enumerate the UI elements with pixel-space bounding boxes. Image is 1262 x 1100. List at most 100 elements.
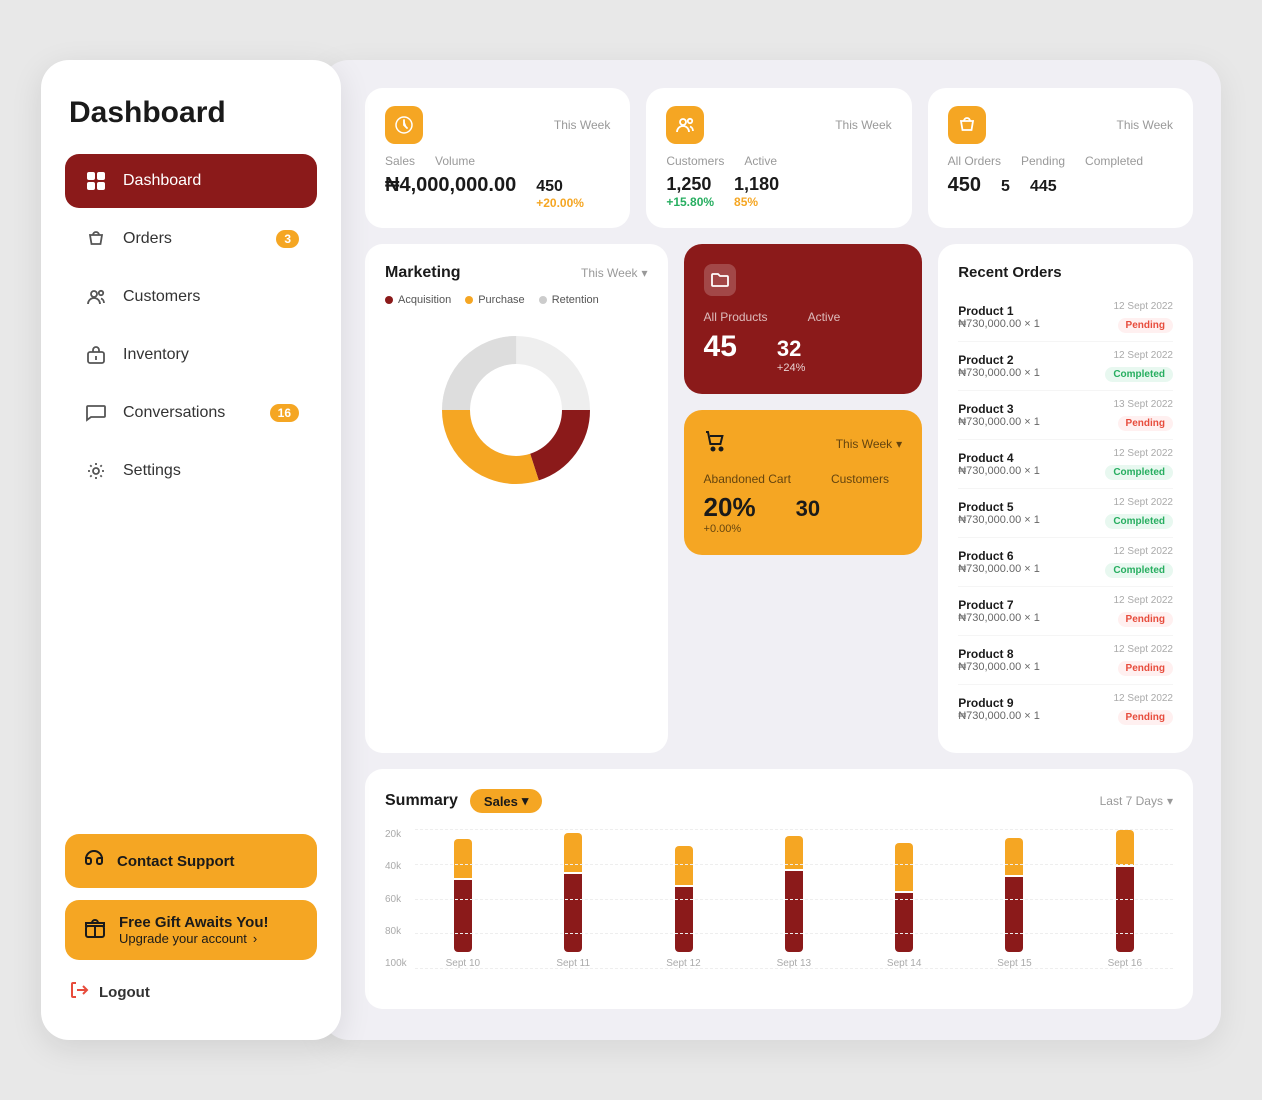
sidebar-item-label: Dashboard <box>123 172 201 190</box>
status-badge: Completed <box>1105 514 1173 529</box>
bar-stack <box>415 829 511 952</box>
bar-stack <box>1077 829 1173 952</box>
bar-label: Sept 15 <box>997 958 1031 969</box>
bar-red <box>895 893 913 952</box>
order-row: Product 6 ₦730,000.00 × 1 12 Sept 2022 C… <box>958 538 1173 587</box>
logout-button[interactable]: Logout <box>65 980 317 1004</box>
marketing-card: Marketing This Week ▾ Acquisition Purcha… <box>365 244 668 753</box>
users-icon <box>83 284 109 310</box>
folder-icon <box>704 264 736 296</box>
sidebar-item-customers[interactable]: Customers <box>65 270 317 324</box>
bar-label: Sept 16 <box>1108 958 1142 969</box>
products-cart-col: All Products Active 45 32 +24% <box>684 244 923 753</box>
status-badge: Completed <box>1105 465 1173 480</box>
order-row: Product 2 ₦730,000.00 × 1 12 Sept 2022 C… <box>958 342 1173 391</box>
chart-bar-group: Sept 15 <box>966 829 1062 969</box>
bar-red <box>564 874 582 952</box>
box-icon <box>83 342 109 368</box>
sales-card-header: This Week <box>385 106 610 144</box>
chart-container: 100k 80k 60k 40k 20k <box>385 829 1173 989</box>
marketing-period[interactable]: This Week ▾ <box>581 266 648 280</box>
bar-label: Sept 12 <box>666 958 700 969</box>
gear-icon <box>83 458 109 484</box>
chat-icon <box>83 400 109 426</box>
gift-icon <box>83 916 107 945</box>
y-label: 60k <box>385 894 407 905</box>
marketing-title: Marketing <box>385 264 461 282</box>
summary-tab-sales[interactable]: Sales ▾ <box>470 789 543 813</box>
bar-yellow <box>675 846 693 885</box>
order-row: Product 4 ₦730,000.00 × 1 12 Sept 2022 C… <box>958 440 1173 489</box>
chart-bar-group: Sept 11 <box>525 829 621 969</box>
products-card: All Products Active 45 32 +24% <box>684 244 923 394</box>
bar-stack <box>966 829 1062 952</box>
gift-sub: Upgrade your account › <box>119 931 268 946</box>
cart-period[interactable]: This Week ▾ <box>836 437 903 451</box>
gift-title: Free Gift Awaits You! <box>119 914 268 931</box>
bar-red <box>1005 877 1023 952</box>
status-badge: Pending <box>1118 416 1173 431</box>
sales-icon <box>385 106 423 144</box>
sales-period[interactable]: This Week <box>554 118 610 132</box>
chart-bars: Sept 10 Sept 11 Sept 12 Sept 13 Sept 14 Sept … <box>415 829 1173 989</box>
sidebar-item-label: Conversations <box>123 404 225 422</box>
order-row: Product 8 ₦730,000.00 × 1 12 Sept 2022 P… <box>958 636 1173 685</box>
sidebar-item-dashboard[interactable]: Dashboard <box>65 154 317 208</box>
order-row: Product 3 ₦730,000.00 × 1 13 Sept 2022 P… <box>958 391 1173 440</box>
order-row: Product 1 ₦730,000.00 × 1 12 Sept 2022 P… <box>958 293 1173 342</box>
status-badge: Completed <box>1105 367 1173 382</box>
chart-bar-group: Sept 13 <box>746 829 842 969</box>
bar-label: Sept 10 <box>446 958 480 969</box>
status-badge: Pending <box>1118 612 1173 627</box>
sidebar-item-settings[interactable]: Settings <box>65 444 317 498</box>
bar-stack <box>746 829 842 952</box>
conversations-badge: 16 <box>270 404 299 422</box>
order-row: Product 5 ₦730,000.00 × 1 12 Sept 2022 C… <box>958 489 1173 538</box>
bar-yellow <box>564 833 582 872</box>
y-label: 40k <box>385 861 407 872</box>
main-content: This Week Sales Volume ₦4,000,000.00 450… <box>321 60 1221 1040</box>
orders-card-title: Recent Orders <box>958 264 1173 281</box>
gift-upgrade-button[interactable]: Free Gift Awaits You! Upgrade your accou… <box>65 900 317 960</box>
y-label: 20k <box>385 829 407 840</box>
bar-label: Sept 13 <box>777 958 811 969</box>
cart-icon <box>704 430 726 458</box>
bar-red <box>454 880 472 952</box>
donut-chart <box>385 320 648 500</box>
bar-red <box>785 871 803 952</box>
bag-icon <box>83 226 109 252</box>
logout-label: Logout <box>99 984 150 1001</box>
summary-card: Summary Sales ▾ Last 7 Days ▾ 100k 80k 6… <box>365 769 1193 1009</box>
status-badge: Pending <box>1118 710 1173 725</box>
logout-icon <box>69 980 89 1004</box>
sales-stat-card: This Week Sales Volume ₦4,000,000.00 450… <box>365 88 630 228</box>
sidebar-title: Dashboard <box>65 96 317 130</box>
sidebar-item-orders[interactable]: Orders 3 <box>65 212 317 266</box>
chart-bar-group: Sept 16 <box>1077 829 1173 969</box>
middle-row: Marketing This Week ▾ Acquisition Purcha… <box>365 244 1193 753</box>
bar-yellow <box>785 836 803 869</box>
bar-yellow <box>1005 838 1023 875</box>
contact-support-label: Contact Support <box>117 853 235 870</box>
orders-icon <box>948 106 986 144</box>
contact-support-button[interactable]: Contact Support <box>65 834 317 888</box>
chart-bar-group: Sept 14 <box>856 829 952 969</box>
customers-stat-card: This Week Customers Active 1,250 +15.80%… <box>646 88 911 228</box>
bar-label: Sept 14 <box>887 958 921 969</box>
sales-labels: Sales Volume <box>385 154 610 168</box>
order-row: Product 7 ₦730,000.00 × 1 12 Sept 2022 P… <box>958 587 1173 636</box>
summary-period[interactable]: Last 7 Days ▾ <box>1100 794 1173 808</box>
bar-red <box>1116 867 1134 952</box>
bar-stack <box>856 829 952 952</box>
chart-bar-group: Sept 10 <box>415 829 511 969</box>
status-badge: Completed <box>1105 563 1173 578</box>
grid-icon <box>83 168 109 194</box>
recent-orders-card: Recent Orders Product 1 ₦730,000.00 × 1 … <box>938 244 1193 753</box>
bar-stack <box>525 829 621 952</box>
sidebar-item-conversations[interactable]: Conversations 16 <box>65 386 317 440</box>
sidebar-item-inventory[interactable]: Inventory <box>65 328 317 382</box>
bar-yellow <box>1116 830 1134 865</box>
sidebar-item-label: Settings <box>123 462 181 480</box>
status-badge: Pending <box>1118 318 1173 333</box>
legend-acquisition: Acquisition <box>385 294 451 306</box>
